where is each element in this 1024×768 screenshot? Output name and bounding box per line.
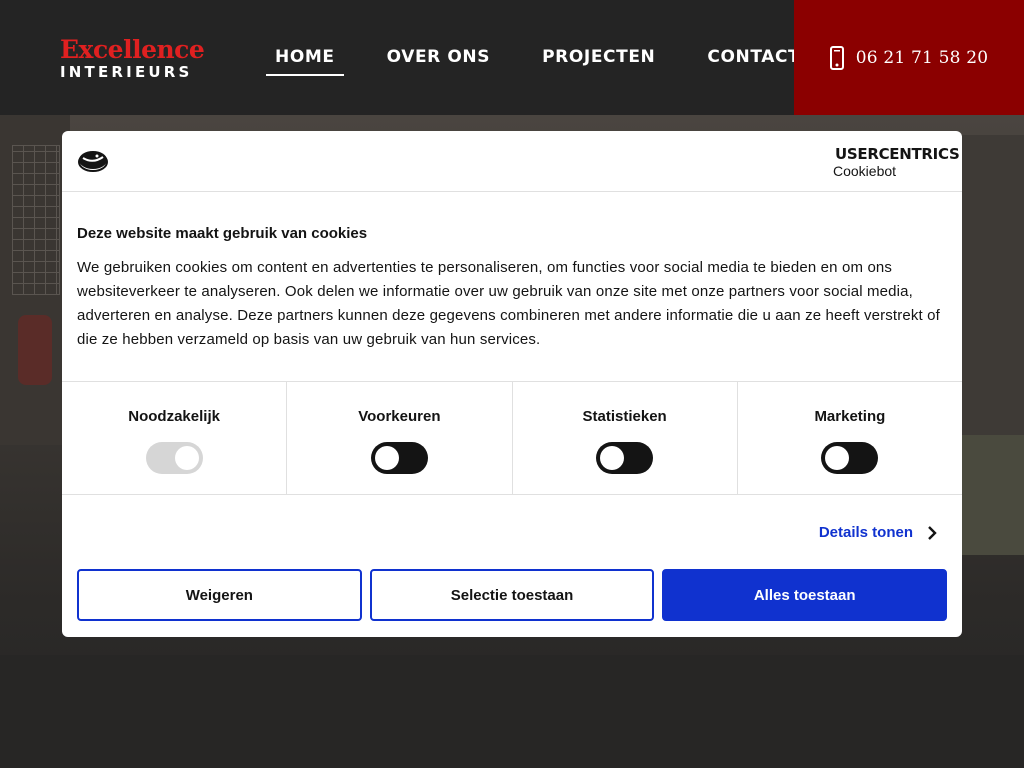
- category-noodzakelijk: Noodzakelijk: [62, 382, 288, 494]
- category-label: Noodzakelijk: [128, 408, 220, 425]
- dialog-header: USERCENTRICS Cookiebot: [62, 131, 962, 192]
- allow-all-button[interactable]: Alles toestaan: [662, 569, 948, 621]
- usercentrics-brand-text: USERCENTRICS: [835, 145, 960, 163]
- dialog-description: We gebruiken cookies om content en adver…: [77, 259, 940, 348]
- voorkeuren-toggle[interactable]: [370, 442, 428, 474]
- category-voorkeuren: Voorkeuren: [287, 382, 513, 494]
- category-marketing: Marketing: [738, 382, 962, 494]
- logo-bottom-text: INTERIEURS: [60, 63, 193, 81]
- hero-towel: [18, 315, 52, 385]
- consent-categories: Noodzakelijk Voorkeuren Statistieken Mar…: [62, 381, 962, 495]
- cookie-logo-icon: [78, 151, 108, 172]
- cookie-consent-dialog: USERCENTRICS Cookiebot Deze website maak…: [62, 131, 962, 637]
- hero-flowers: [962, 435, 1024, 555]
- hero-right-wall: [962, 135, 1024, 435]
- dialog-body: Deze website maakt gebruik van cookies W…: [62, 192, 962, 381]
- category-statistieken: Statistieken: [513, 382, 738, 494]
- hero-floor: [0, 655, 1024, 768]
- chevron-right-icon: [928, 525, 937, 540]
- details-row: Details tonen: [62, 495, 962, 570]
- noodzakelijk-toggle: [145, 442, 203, 474]
- usercentrics-logo[interactable]: USERCENTRICS Cookiebot: [833, 145, 960, 179]
- toggle-knob: [825, 446, 850, 470]
- phone-number: 06 21 71 58 20: [855, 47, 989, 68]
- details-link-label: Details tonen: [818, 524, 913, 541]
- marketing-toggle[interactable]: [821, 442, 879, 474]
- category-label: Marketing: [814, 408, 886, 425]
- dialog-title: Deze website maakt gebruik van cookies: [77, 225, 368, 242]
- allow-selection-button[interactable]: Selectie toestaan: [369, 569, 655, 621]
- reject-button[interactable]: Weigeren: [77, 569, 362, 621]
- toggle-knob: [174, 446, 199, 470]
- dialog-buttons: Weigeren Selectie toestaan Alles toestaa…: [77, 569, 948, 621]
- site-header: Excellence INTERIEURS HOME OVER ONS PROJ…: [0, 0, 1024, 115]
- usercentrics-brand: USERCENTRICS: [833, 145, 960, 163]
- statistieken-toggle[interactable]: [596, 442, 654, 474]
- hero-wall-grid: [12, 145, 60, 295]
- category-label: Voorkeuren: [358, 408, 441, 425]
- category-label: Statistieken: [582, 408, 667, 425]
- details-link[interactable]: Details tonen: [819, 524, 937, 541]
- nav-item-contact[interactable]: CONTACT: [698, 44, 809, 76]
- mobile-phone-icon: [829, 45, 844, 70]
- main-nav: HOME OVER ONS PROJECTEN CONTACT: [266, 44, 843, 76]
- nav-item-home[interactable]: HOME: [266, 44, 344, 76]
- logo-top-text: Excellence: [60, 35, 205, 64]
- nav-item-projecten[interactable]: PROJECTEN: [533, 44, 664, 76]
- nav-item-over-ons[interactable]: OVER ONS: [378, 44, 500, 76]
- cookiebot-text: Cookiebot: [833, 163, 897, 179]
- toggle-knob: [374, 446, 399, 470]
- site-logo[interactable]: Excellence INTERIEURS: [60, 35, 210, 81]
- toggle-knob: [600, 446, 625, 470]
- phone-cta[interactable]: 06 21 71 58 20: [794, 0, 1024, 115]
